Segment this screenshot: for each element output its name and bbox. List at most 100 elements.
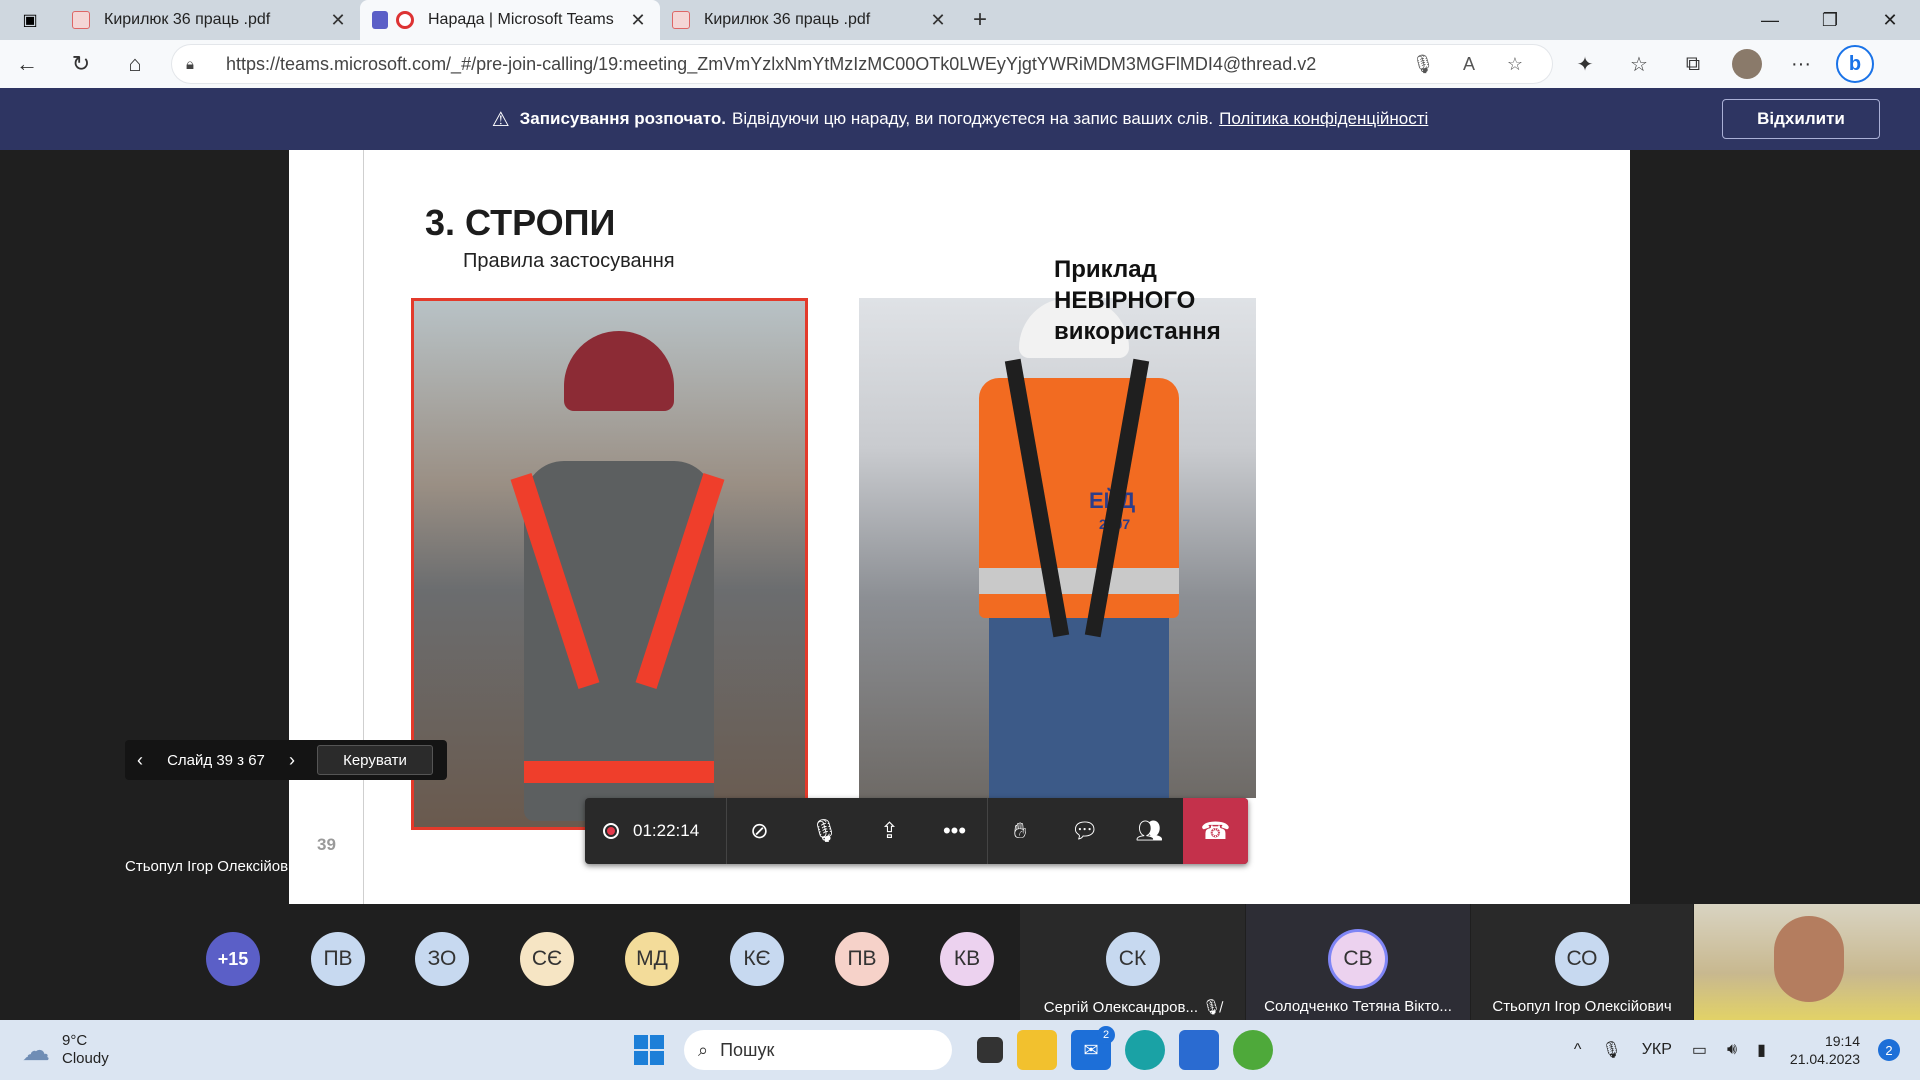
tab-actions-icon[interactable]: ▣ (0, 0, 60, 40)
edge-icon[interactable] (1125, 1030, 1165, 1070)
close-tab-icon[interactable]: ✕ (328, 10, 348, 31)
read-aloud-icon[interactable]: A (1446, 54, 1492, 75)
chevron-up-icon[interactable]: ^ (1574, 1041, 1582, 1059)
search-placeholder: Пошук (720, 1039, 775, 1060)
close-tab-icon[interactable]: ✕ (928, 10, 948, 31)
dismiss-button[interactable]: Відхилити (1722, 99, 1880, 139)
participant-avatar[interactable]: ПВ (835, 932, 889, 986)
new-tab-button[interactable]: + (960, 0, 1000, 40)
volume-icon[interactable]: 🔊︎ (1727, 1041, 1737, 1059)
window-controls: — ❐ ✕ (1740, 0, 1920, 40)
more-actions-icon[interactable]: ••• (922, 798, 987, 864)
take-control-button[interactable]: Керувати (317, 745, 433, 775)
leave-call-button[interactable]: ☎︎ (1183, 798, 1248, 864)
microphone-icon[interactable]: 🎙︎ (1601, 1040, 1621, 1060)
close-window-icon[interactable]: ✕ (1860, 0, 1920, 40)
mic-off-icon[interactable]: 🎙︎ (792, 798, 857, 864)
notification-badge[interactable]: 2 (1878, 1039, 1900, 1061)
address-bar-row: ← ↻ ⌂ 🔒︎ https://teams.microsoft.com/_#/… (0, 40, 1920, 88)
favorites-icon[interactable]: ☆ (1612, 40, 1666, 88)
bing-icon[interactable]: b (1836, 45, 1874, 83)
search-icon: ⌕ (698, 1039, 709, 1060)
back-icon[interactable]: ← (0, 40, 54, 88)
clock-time: 19:14 (1824, 1033, 1860, 1049)
raise-hand-icon[interactable]: ✋︎ (987, 798, 1052, 864)
browser-tab-pdf-1[interactable]: Кирилюк 36 праць .pdf ✕ (60, 0, 360, 40)
recording-indicator: 01:22:14 (585, 798, 727, 864)
chat-icon[interactable]: 💬︎ (1052, 798, 1117, 864)
self-camera-video[interactable] (1694, 904, 1920, 1020)
participant-avatar[interactable]: ЗО (415, 932, 469, 986)
slide-title: 3. СТРОПИ (425, 202, 616, 243)
system-tray: ^ 🎙︎ УКР ▭ 🔊︎ ▮ 19:14 21.04.2023 2 (1564, 1020, 1900, 1080)
profile-avatar[interactable] (1732, 49, 1762, 79)
address-field[interactable]: 🔒︎ https://teams.microsoft.com/_#/pre-jo… (172, 45, 1552, 83)
battery-icon[interactable]: ▮ (1757, 1040, 1766, 1060)
participant-name: Солодченко Тетяна Вікто... (1264, 998, 1452, 1015)
participant-avatar: СО (1555, 932, 1609, 986)
url-text[interactable]: https://teams.microsoft.com/_#/pre-join-… (226, 54, 1400, 75)
participant-avatar[interactable]: КЄ (730, 932, 784, 986)
browser-tab-pdf-2[interactable]: Кирилюк 36 праць .pdf ✕ (660, 0, 960, 40)
taskbar-search[interactable]: ⌕ Пошук (684, 1030, 952, 1070)
camera-off-icon[interactable]: ⊘ (727, 798, 792, 864)
minimize-icon[interactable]: — (1740, 0, 1800, 40)
teams-icon (372, 11, 388, 29)
participants-icon[interactable]: 👥︎ (1117, 798, 1182, 864)
more-icon[interactable]: ··· (1774, 40, 1828, 88)
caption-line: Приклад (1054, 256, 1157, 283)
home-icon[interactable]: ⌂ (108, 40, 162, 88)
slide-page-number: 39 (317, 835, 336, 854)
self-video-face (1774, 916, 1844, 1002)
add-favorite-icon[interactable]: ☆ (1492, 54, 1538, 75)
worker-figure: ЕЙД 2007 (959, 298, 1199, 798)
collections-icon[interactable]: ⧉ (1666, 40, 1720, 88)
reflective-band (979, 568, 1179, 594)
network-icon[interactable]: ▭ (1692, 1040, 1707, 1060)
restore-icon[interactable]: ❐ (1800, 0, 1860, 40)
slide-counter: Слайд 39 з 67 (167, 751, 265, 769)
privacy-policy-link[interactable]: Політика конфіденційності (1219, 109, 1428, 129)
presenter-name: Стьопул Ігор Олексійович (125, 858, 305, 875)
task-view-icon[interactable] (977, 1037, 1003, 1063)
participant-avatar[interactable]: СЄ (520, 932, 574, 986)
utorrent-icon[interactable] (1233, 1030, 1273, 1070)
weather-widget[interactable]: ☁ 9°C Cloudy (22, 1032, 162, 1068)
close-tab-icon[interactable]: ✕ (628, 10, 648, 31)
extensions-icon[interactable]: ✦ (1558, 40, 1612, 88)
refresh-icon[interactable]: ↻ (54, 40, 108, 88)
harness-correct-photo (411, 298, 808, 830)
participant-tile[interactable]: СК Сергій Олександров... 🎙︎̸ (1020, 904, 1245, 1020)
language-indicator[interactable]: УКР (1642, 1041, 1672, 1059)
recording-dot-icon (603, 823, 619, 839)
participant-avatar[interactable]: ПВ (311, 932, 365, 986)
mail-icon[interactable]: ✉ 2 (1071, 1026, 1115, 1070)
participant-name: Стьопул Ігор Олексійович (1492, 998, 1672, 1015)
shared-slide: 3. СТРОПИ Правила застосування ЕЙД 2007 (289, 150, 1630, 904)
participant-avatar[interactable]: КВ (940, 932, 994, 986)
banner-text: Відвідуючи цю нараду, ви погоджуєтеся на… (731, 109, 1214, 128)
caption-line: використання (1054, 318, 1221, 345)
store-icon[interactable] (1179, 1030, 1219, 1070)
browser-tab-teams[interactable]: Нарада | Microsoft Teams ✕ (360, 0, 660, 40)
browser-tab-bar: ▣ Кирилюк 36 праць .pdf ✕ Нарада | Micro… (0, 0, 1920, 40)
slide-divider (363, 150, 364, 904)
lock-icon[interactable]: 🔒︎ (186, 56, 208, 73)
microphone-icon[interactable]: 🎙︎ (1400, 54, 1446, 75)
next-slide-icon[interactable]: › (277, 750, 307, 771)
temperature: 9°C (62, 1032, 88, 1049)
file-explorer-icon[interactable] (1017, 1030, 1057, 1070)
participant-avatar: СК (1105, 932, 1160, 986)
participant-tile[interactable]: СО Стьопул Ігор Олексійович (1471, 904, 1693, 1020)
previous-slide-icon[interactable]: ‹ (125, 750, 155, 771)
clock[interactable]: 19:14 21.04.2023 (1790, 1032, 1860, 1068)
recording-banner: ⚠ Записування розпочато. Відвідуючи цю н… (0, 88, 1920, 150)
participant-tile-speaking[interactable]: СВ Солодченко Тетяна Вікто... (1246, 904, 1470, 1020)
clock-date: 21.04.2023 (1789, 1051, 1860, 1067)
more-participants-avatar[interactable]: +15 (206, 932, 260, 986)
participant-avatar[interactable]: МД (625, 932, 679, 986)
share-screen-icon[interactable]: ⇪ (857, 798, 922, 864)
harness-incorrect-photo: ЕЙД 2007 (859, 298, 1256, 798)
worker-figure (510, 321, 725, 821)
windows-start-icon[interactable] (634, 1035, 664, 1065)
